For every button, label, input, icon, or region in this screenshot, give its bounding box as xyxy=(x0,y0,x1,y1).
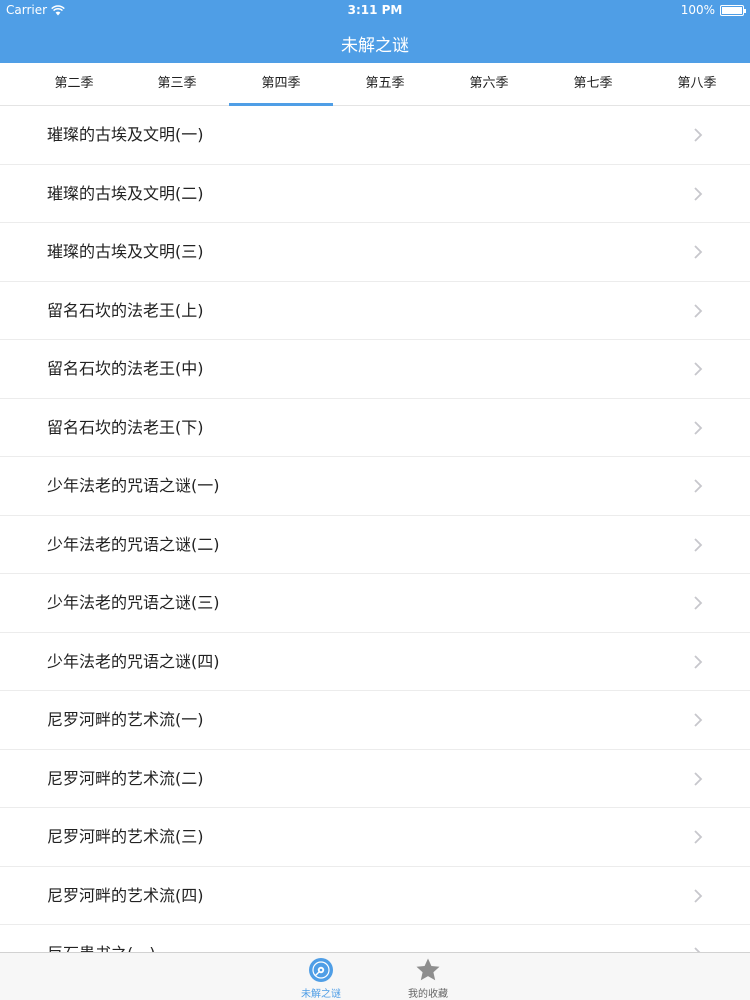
chevron-right-icon xyxy=(694,420,703,435)
status-bar: Carrier 3:11 PM 100% xyxy=(0,0,750,20)
list-item-title: 璀璨的古埃及文明(三) xyxy=(47,242,204,261)
list-item[interactable]: 少年法老的咒语之谜(二) xyxy=(0,516,750,574)
list-item[interactable]: 留名石坎的法老王(下) xyxy=(0,399,750,457)
page-title: 未解之谜 xyxy=(341,36,409,56)
chevron-right-icon xyxy=(694,245,703,259)
status-time: 3:11 PM xyxy=(347,3,403,17)
tabbar-item-mysteries[interactable]: 未解之谜 xyxy=(281,953,361,1000)
list-item-title: 留名石坎的法老王(上) xyxy=(47,300,204,320)
tabbar-label-mysteries: 未解之谜 xyxy=(301,989,341,1000)
list-item-title: 少年法老的咒语之谜(二) xyxy=(47,534,220,554)
list-item-title: 留名石坎的法老王(下) xyxy=(47,417,204,437)
list-item-title: 巨石患书之(一) xyxy=(47,925,156,952)
tabbar-item-favorites[interactable]: 我的收藏 xyxy=(388,953,468,1000)
list-item[interactable]: 尼罗河畔的艺术流(一) xyxy=(0,691,750,750)
list-item-title: 尼罗河畔的艺术流(一) xyxy=(47,710,204,729)
tab-season-5[interactable]: 第五季 xyxy=(333,63,437,105)
list-item[interactable]: 尼罗河畔的艺术流(三) xyxy=(0,808,750,867)
chevron-right-icon xyxy=(694,596,703,610)
episode-list: 璀璨的古埃及文明(一) 璀璨的古埃及文明(二) 璀璨的古埃及文明(三) 留名石坎的法老… xyxy=(0,106,750,952)
list-item[interactable]: 璀璨的古埃及文明(一) xyxy=(0,106,750,165)
tab-season-7[interactable]: 第七季 xyxy=(541,63,645,105)
chevron-right-icon xyxy=(694,830,703,844)
list-item-title: 璀璨的古埃及文明(一) xyxy=(47,125,204,144)
battery-icon xyxy=(720,4,746,16)
tab-season-2[interactable]: 第二季 xyxy=(22,63,126,105)
chevron-right-icon xyxy=(694,771,703,786)
list-item[interactable]: 少年法老的咒语之谜(四) xyxy=(0,633,750,691)
tab-season-8[interactable]: 第八季 xyxy=(645,63,749,105)
chevron-right-icon xyxy=(694,654,703,669)
list-item[interactable]: 留名石坎的法老王(上) xyxy=(0,282,750,340)
chevron-right-icon xyxy=(694,537,703,552)
chevron-right-icon xyxy=(694,362,703,376)
bottom-tab-bar: 未解之谜 我的收藏 xyxy=(0,952,750,1000)
list-item-title: 璀璨的古埃及文明(二) xyxy=(47,183,204,203)
list-item-title: 尼罗河畔的艺术流(二) xyxy=(47,768,204,788)
list-item-title: 尼罗河畔的艺术流(三) xyxy=(47,827,204,846)
list-item[interactable]: 璀璨的古埃及文明(三) xyxy=(0,223,750,282)
chevron-right-icon xyxy=(694,479,703,493)
season-tabs: 第二季 第三季 第四季 第五季 第六季 第七季 第八季 xyxy=(0,63,750,106)
navigation-header: Carrier 3:11 PM 100% 未解之谜 xyxy=(0,0,750,63)
list-item[interactable]: 璀璨的古埃及文明(二) xyxy=(0,165,750,223)
tabbar-label-favorites: 我的收藏 xyxy=(408,989,448,1000)
list-item[interactable]: 巨石患书之(一) xyxy=(0,925,750,952)
chevron-right-icon xyxy=(694,186,703,201)
list-item[interactable]: 少年法老的咒语之谜(一) xyxy=(0,457,750,516)
list-item[interactable]: 少年法老的咒语之谜(三) xyxy=(0,574,750,633)
chevron-right-icon xyxy=(694,713,703,727)
list-item-title: 尼罗河畔的艺术流(四) xyxy=(47,885,204,905)
battery-percent: 100% xyxy=(680,3,715,17)
status-battery: 100% xyxy=(680,3,746,17)
tab-season-4[interactable]: 第四季 xyxy=(229,63,333,106)
list-item-title: 少年法老的咒语之谜(一) xyxy=(47,476,220,495)
list-item-title: 留名石坎的法老王(中) xyxy=(47,359,204,378)
chevron-right-icon xyxy=(694,888,703,903)
list-item[interactable]: 留名石坎的法老王(中) xyxy=(0,340,750,399)
chevron-right-icon xyxy=(694,128,703,142)
star-icon xyxy=(416,958,440,981)
list-item-title: 少年法老的咒语之谜(四) xyxy=(47,651,220,671)
list-item[interactable]: 尼罗河畔的艺术流(四) xyxy=(0,867,750,925)
chevron-right-icon xyxy=(694,303,703,318)
tab-season-6[interactable]: 第六季 xyxy=(437,63,541,105)
disc-icon xyxy=(309,958,333,982)
tab-season-3[interactable]: 第三季 xyxy=(125,63,229,105)
list-item-title: 少年法老的咒语之谜(三) xyxy=(47,593,220,612)
list-item[interactable]: 尼罗河畔的艺术流(二) xyxy=(0,750,750,808)
